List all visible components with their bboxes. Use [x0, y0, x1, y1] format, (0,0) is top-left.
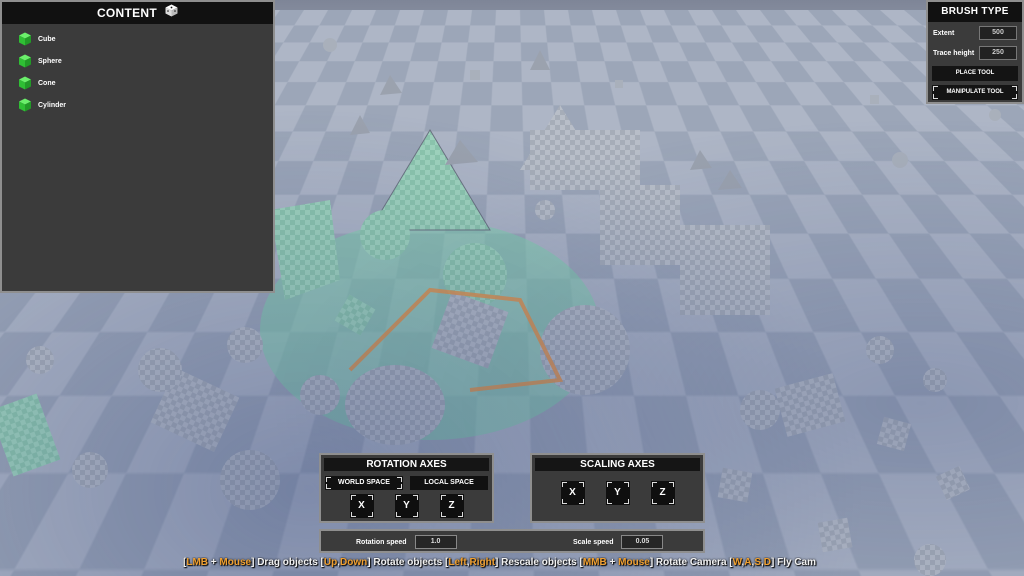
- rotation-z-button[interactable]: Z: [440, 494, 464, 518]
- hint-text: ] Drag objects [: [251, 557, 324, 568]
- trace-height-field[interactable]: 250: [979, 46, 1017, 60]
- extent-label: Extent: [933, 30, 954, 37]
- content-item-label: Cube: [38, 36, 56, 43]
- content-item-label: Sphere: [38, 58, 62, 65]
- green-cube-icon: [18, 76, 32, 90]
- content-item-label: Cone: [38, 80, 56, 87]
- content-item-label: Cylinder: [38, 102, 66, 109]
- content-title: CONTENT: [97, 2, 157, 24]
- manipulate-tool-label: MANIPULATE TOOL: [946, 89, 1003, 95]
- hint-key: Mouse: [618, 557, 650, 568]
- scaling-axes-panel: SCALING AXES X Y Z: [530, 453, 705, 523]
- content-list: Cube Sphere Cone Cylinder: [2, 24, 273, 116]
- place-tool-button[interactable]: PLACE TOOL: [932, 66, 1018, 81]
- scaling-y-label: Y: [614, 487, 621, 498]
- speed-panel: Rotation speed 1.0 Scale speed 0.05: [319, 529, 705, 553]
- green-cube-icon: [18, 98, 32, 112]
- scaling-x-button[interactable]: X: [561, 481, 585, 505]
- space-toggle-row: WORLD SPACE LOCAL SPACE: [321, 476, 492, 490]
- content-item-cylinder[interactable]: Cylinder: [18, 94, 273, 116]
- manipulate-tool-button[interactable]: MANIPULATE TOOL: [932, 85, 1018, 100]
- rotation-y-button[interactable]: Y: [395, 494, 419, 518]
- hint-key: MMB: [583, 557, 607, 568]
- content-item-cone[interactable]: Cone: [18, 72, 273, 94]
- hint-text: ] Rescale objects [: [495, 557, 583, 568]
- hint-key: Mouse: [219, 557, 251, 568]
- hint-text: ] Rotate objects [: [367, 557, 448, 568]
- rotation-axes-title: ROTATION AXES: [324, 458, 489, 471]
- scaling-axis-row: X Y Z: [532, 481, 703, 505]
- scale-speed-group: Scale speed 0.05: [573, 535, 663, 549]
- rotation-speed-field[interactable]: 1.0: [415, 535, 457, 549]
- hint-key: LMB: [186, 557, 208, 568]
- rotation-x-button[interactable]: X: [350, 494, 374, 518]
- hint-key: Up: [324, 557, 337, 568]
- hint-text: ] Fly Cam: [771, 557, 816, 568]
- scale-speed-label: Scale speed: [573, 539, 613, 546]
- rotation-axes-panel: ROTATION AXES WORLD SPACE LOCAL SPACE X …: [319, 453, 494, 523]
- rotation-speed-label: Rotation speed: [356, 539, 407, 546]
- hint-text: ] Rotate Camera [: [650, 557, 733, 568]
- hint-key: Left: [448, 557, 466, 568]
- green-cube-icon: [18, 54, 32, 68]
- scaling-x-label: X: [569, 487, 576, 498]
- rotation-speed-group: Rotation speed 1.0: [356, 535, 457, 549]
- extent-row: Extent 500: [928, 23, 1022, 43]
- scaling-z-label: Z: [659, 487, 665, 498]
- rotation-x-label: X: [358, 500, 365, 511]
- brush-type-panel: BRUSH TYPE Extent 500 Trace height 250 P…: [926, 0, 1024, 104]
- hint-key: D: [764, 557, 771, 568]
- hint-text: +: [208, 557, 219, 568]
- local-space-label: LOCAL SPACE: [424, 479, 474, 486]
- hint-key: W: [733, 557, 742, 568]
- content-panel-header: CONTENT: [2, 2, 273, 24]
- hint-text: +: [607, 557, 618, 568]
- hint-key: Right: [469, 557, 495, 568]
- trace-height-label: Trace height: [933, 50, 974, 57]
- rotation-axis-row: X Y Z: [321, 494, 492, 518]
- dice-icon: [165, 2, 178, 24]
- scale-speed-field[interactable]: 0.05: [621, 535, 663, 549]
- hint-key: Down: [340, 557, 367, 568]
- hint-key: S: [754, 557, 761, 568]
- green-cube-icon: [18, 32, 32, 46]
- world-space-label: WORLD SPACE: [338, 479, 390, 486]
- rotation-z-label: Z: [448, 500, 454, 511]
- local-space-button[interactable]: LOCAL SPACE: [410, 476, 488, 490]
- content-panel: CONTENT Cube Sphere Cone Cylinder: [0, 0, 275, 293]
- rotation-y-label: Y: [403, 500, 410, 511]
- scaling-y-button[interactable]: Y: [606, 481, 630, 505]
- trace-height-row: Trace height 250: [928, 43, 1022, 63]
- world-space-button[interactable]: WORLD SPACE: [325, 476, 403, 490]
- content-item-cube[interactable]: Cube: [18, 28, 273, 50]
- extent-field[interactable]: 500: [979, 26, 1017, 40]
- controls-hint: [LMB + Mouse] Drag objects [Up,Down] Rot…: [183, 557, 1024, 573]
- hint-key: A: [744, 557, 751, 568]
- content-item-sphere[interactable]: Sphere: [18, 50, 273, 72]
- brush-type-title: BRUSH TYPE: [928, 2, 1022, 22]
- scaling-z-button[interactable]: Z: [651, 481, 675, 505]
- scaling-axes-title: SCALING AXES: [535, 458, 700, 471]
